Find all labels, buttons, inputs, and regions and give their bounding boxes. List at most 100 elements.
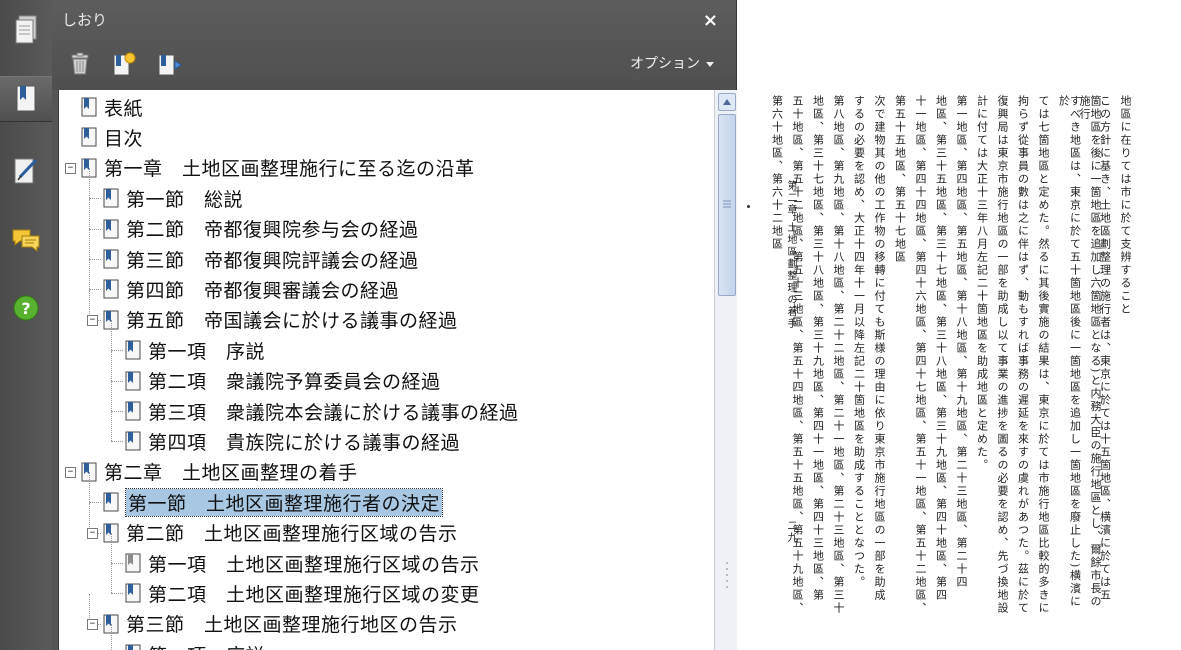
bookmark-item[interactable]: 第三節 土地区画整理施行地区の告示 — [103, 610, 458, 638]
bookmark-item[interactable]: 第四項 貴族院に於ける議事の経過 — [125, 427, 460, 455]
bookmarks-icon[interactable] — [0, 76, 52, 122]
tree-connector — [89, 198, 90, 229]
bookmark-item[interactable]: 目次 — [81, 123, 143, 151]
bookmark-label: 第四節 帝都復興審議会の経過 — [126, 279, 400, 302]
options-dropdown[interactable]: オプション — [630, 53, 714, 73]
bookmark-label: 第一項 序説 — [148, 340, 266, 363]
tree-connector — [89, 289, 101, 291]
bookmark-label: 第二章 土地区画整理の着手 — [104, 462, 358, 485]
scroll-thumb[interactable] — [718, 114, 736, 296]
bookmark-icon — [103, 219, 119, 239]
bookmark-item[interactable]: 第一節 土地区画整理施行者の決定 — [103, 487, 444, 517]
bookmark-icon — [103, 188, 119, 208]
page-mark — [747, 205, 750, 208]
running-head-chapter: 第二章 — [785, 180, 796, 216]
bookmark-item[interactable]: 第一章 土地区画整理施行に至る迄の沿革 — [81, 154, 475, 182]
bookmark-label: 表紙 — [104, 97, 144, 120]
bookmark-item[interactable]: 第四節 帝都復興審議会の経過 — [103, 275, 399, 303]
bookmark-icon — [125, 401, 141, 421]
text-column: 地區、第三十七地區、第三十八地區、第三十九地區、第四十一地區、第四十三地區、第 — [812, 95, 824, 602]
bookmark-icon — [125, 644, 141, 650]
tree-connector — [89, 198, 101, 200]
bookmark-item[interactable]: 第五節 帝国議会に於ける議事の経過 — [103, 306, 458, 334]
bookmark-item[interactable]: 表紙 — [81, 93, 143, 121]
running-head-title: 土地區劃整理の着手 — [785, 222, 796, 330]
tree-connector — [89, 168, 90, 199]
bookmark-item[interactable]: 第二節 帝都復興院参与会の経過 — [103, 215, 419, 243]
text-column: 箇地區を後に一箇地區を追加し六箇地區となる)と内務大臣の施行地區とし、爾餘市長の… — [1079, 95, 1101, 609]
bookmark-item[interactable]: 第一節 総説 — [103, 184, 243, 212]
comments-icon[interactable] — [4, 218, 48, 262]
document-page: 地區に在りては市に於て支辨すること この方針に基き、土地區劃整理の施行者は、東京に… — [737, 0, 1181, 650]
text-column: 第一地區、第四地區、第五地區、第十八地區、第十九地區、第二十三地區、第二十四 — [956, 95, 967, 589]
panel-title: しおり — [62, 11, 108, 29]
bookmark-label: 第二項 衆議院予算委員会の経過 — [148, 371, 441, 394]
bookmark-tree: 表紙目次第一章 土地区画整理施行に至る迄の沿革 − 第一節 総説第二節 帝都復興院参… — [58, 90, 715, 650]
bookmark-icon — [125, 583, 141, 603]
bookmark-label: 第一章 土地区画整理施行に至る迄の沿革 — [104, 158, 475, 181]
text-column: すべき地區は、東京に於て五十箇地區後に一箇地區を追加し一箇地區を廢止した)横濱に… — [1058, 95, 1081, 609]
bookmark-label: 第二節 帝都復興院参与会の経過 — [126, 219, 419, 242]
tree-connector — [89, 259, 101, 260]
panel-header: しおり × オプション — [52, 0, 736, 90]
bookmark-icon — [103, 279, 119, 299]
text-column: 地區、第三十五地區、第三十七地區、第三十八地區、第三十九地區、第四十地區、第四 — [935, 95, 947, 602]
bookmark-item[interactable]: 第二項 土地区画整理施行区域の変更 — [125, 579, 480, 607]
bookmark-item[interactable]: 第二章 土地区画整理の着手 — [81, 458, 358, 486]
tree-connector — [89, 259, 90, 290]
bookmark-item[interactable]: 第一項 序説 — [125, 336, 265, 364]
bookmark-label: 第五節 帝国議会に於ける議事の経過 — [126, 310, 458, 333]
tree-connector — [111, 411, 112, 442]
tree-connector — [111, 381, 112, 411]
tree-connector — [111, 350, 123, 352]
chevron-down-icon — [706, 61, 714, 67]
panel-resize-grip[interactable] — [724, 555, 730, 595]
bookmark-label: 第一項 序説 — [148, 641, 265, 650]
text-column: 次で建物其の他の工作物の移轉に付ても斯様の理由に依り東京市施行地區の一部を助成 — [874, 95, 885, 602]
bookmark-item[interactable]: 第三節 帝都復興院評議会の経過 — [103, 245, 419, 273]
text-column: 十一地區、第四十四地區、第四十六地區、第四十七地區、第五十一地區、第五十二地區、 — [915, 95, 926, 615]
text-column: 地區に在りては市に於て支辨すること — [1120, 95, 1131, 316]
text-column: この方針に基き、土地區劃整理の施行者は、東京に於ては十五箇地區、横濱に於ては五 — [1099, 95, 1111, 602]
bookmark-item[interactable]: 第二節 土地区画整理施行区域の告示 — [103, 519, 458, 547]
bookmark-label: 第一項 土地区画整理施行区域の告示 — [148, 553, 480, 576]
tree-connector — [111, 411, 123, 412]
bookmark-icon — [103, 492, 119, 512]
bookmark-label: 第四項 貴族院に於ける議事の経過 — [148, 431, 461, 454]
tree-connector — [111, 350, 112, 381]
bookmark-label: 第一節 総説 — [126, 188, 244, 211]
text-column: 復興局は東京市施行地區の一部を助成し以て事業の進捗を圖るの必要を認め、先づ換地設 — [997, 95, 1008, 615]
text-column: するの必要を認め、大正十四年十一月以降左記二十箇地區を助成することとなつた。 — [853, 95, 865, 589]
tree-connector — [111, 624, 112, 650]
text-column: 第五十五地區、第五十七地區 — [894, 95, 906, 264]
svg-text:?: ? — [21, 299, 30, 318]
close-panel-button[interactable]: × — [703, 10, 718, 31]
expand-bookmark-icon[interactable] — [156, 50, 184, 78]
bookmark-icon — [125, 371, 141, 391]
tree-connector — [89, 229, 90, 259]
delete-icon[interactable] — [66, 50, 94, 78]
text-column: 第六十地區、第六十二地區 — [771, 95, 783, 251]
options-label: オプション — [630, 56, 700, 72]
collapse-toggle[interactable]: − — [65, 162, 76, 174]
bookmark-label: 第三項 衆議院本会議に於ける議事の経過 — [148, 401, 519, 424]
bookmark-icon — [125, 553, 141, 573]
new-bookmark-icon[interactable] — [110, 50, 138, 78]
bookmark-item[interactable]: 第二項 衆議院予算委員会の経過 — [125, 367, 441, 395]
help-icon[interactable]: ? — [4, 286, 48, 330]
bookmark-item[interactable]: 第一項 序説 — [125, 640, 265, 650]
bookmark-item[interactable]: 第一項 土地区画整理施行区域の告示 — [125, 549, 480, 577]
bookmark-item[interactable]: 第三項 衆議院本会議に於ける議事の経過 — [125, 397, 519, 425]
collapse-toggle[interactable]: − — [87, 618, 98, 630]
tree-connector — [111, 533, 112, 563]
collapse-toggle[interactable]: − — [87, 314, 98, 326]
signature-icon[interactable] — [4, 148, 48, 192]
scroll-up-arrow-icon[interactable] — [718, 93, 736, 111]
tree-connector — [89, 228, 101, 230]
pages-icon[interactable] — [4, 8, 48, 52]
bookmark-icon — [81, 97, 97, 117]
collapse-toggle[interactable]: − — [87, 527, 98, 539]
collapse-toggle[interactable]: − — [65, 466, 76, 478]
bookmark-label: 第三節 土地区画整理施行地区の告示 — [126, 614, 458, 637]
text-column: 第八地區、第九地區、第十八地區、第二十二地區、第二十一地區、第二十三地區、第三十 — [833, 95, 844, 615]
